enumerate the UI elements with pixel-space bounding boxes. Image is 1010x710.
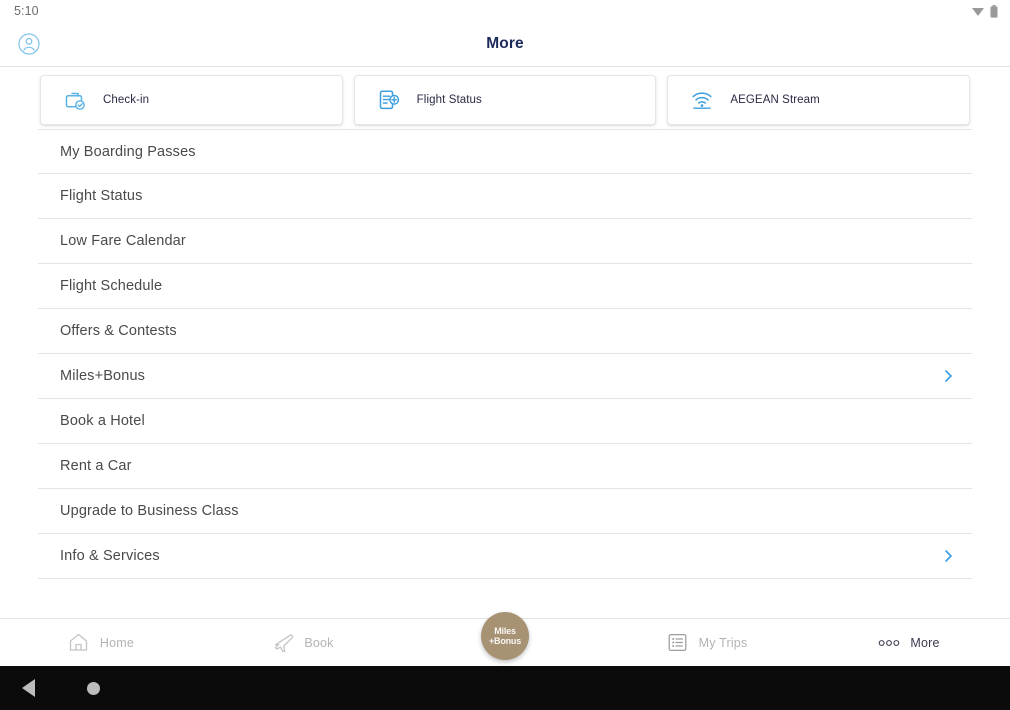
fab-label-line1: Miles bbox=[494, 626, 516, 636]
list-item-label: My Boarding Passes bbox=[60, 143, 196, 160]
list-item-info-services[interactable]: Info & Services bbox=[38, 534, 972, 579]
status-bar: 5:10 bbox=[0, 0, 1010, 22]
list-item-label: Rent a Car bbox=[60, 458, 132, 474]
menu-list: My Boarding Passes Flight Status Low Far… bbox=[38, 129, 972, 579]
list-item-label: Offers & Contests bbox=[60, 323, 177, 339]
fab-label-line2: +Bonus bbox=[488, 636, 522, 646]
status-bar-icons bbox=[971, 4, 998, 18]
nav-item-book[interactable]: Book bbox=[202, 619, 404, 666]
nav-item-label: More bbox=[910, 635, 940, 650]
list-item-flight-status[interactable]: Flight Status bbox=[38, 174, 972, 219]
chevron-right-icon[interactable] bbox=[940, 368, 956, 384]
quick-card-label: Flight Status bbox=[416, 94, 482, 106]
plane-icon bbox=[272, 632, 294, 654]
list-item-label: Info & Services bbox=[60, 548, 160, 564]
list-item-my-boarding-passes[interactable]: My Boarding Passes bbox=[38, 129, 972, 174]
list-item-label: Flight Status bbox=[60, 188, 143, 204]
document-plus-icon bbox=[377, 88, 401, 112]
list-item-label: Book a Hotel bbox=[60, 413, 145, 429]
app-screen: 5:10 More Check-in Flight Status AEGEAN … bbox=[0, 0, 1010, 710]
list-item-flight-schedule[interactable]: Flight Schedule bbox=[38, 264, 972, 309]
list-icon bbox=[667, 632, 689, 654]
list-item-label: Low Fare Calendar bbox=[60, 233, 186, 249]
quick-card-aegean-stream[interactable]: AEGEAN Stream bbox=[667, 75, 971, 125]
wifi-icon bbox=[971, 6, 985, 17]
wifi-stream-icon bbox=[690, 88, 714, 112]
quick-actions-row: Check-in Flight Status AEGEAN Stream bbox=[0, 67, 1010, 129]
battery-icon bbox=[990, 4, 998, 18]
miles-bonus-fab[interactable]: Miles +Bonus bbox=[481, 612, 529, 660]
menu-list-container: My Boarding Passes Flight Status Low Far… bbox=[0, 129, 1010, 618]
nav-item-label: My Trips bbox=[698, 635, 748, 650]
account-circle-icon[interactable] bbox=[18, 33, 40, 55]
home-circle-icon[interactable] bbox=[87, 681, 100, 695]
home-icon bbox=[68, 632, 90, 654]
android-navigation-bar bbox=[0, 666, 1010, 710]
status-time: 5:10 bbox=[14, 4, 39, 18]
nav-item-my-trips[interactable]: My Trips bbox=[606, 619, 808, 666]
quick-card-label: AEGEAN Stream bbox=[730, 94, 820, 106]
dots-icon bbox=[878, 632, 900, 654]
list-item-miles-bonus[interactable]: Miles+Bonus bbox=[38, 354, 972, 399]
chevron-right-icon[interactable] bbox=[940, 548, 956, 564]
list-item-rent-a-car[interactable]: Rent a Car bbox=[38, 444, 972, 489]
nav-item-home[interactable]: Home bbox=[0, 619, 202, 666]
page-title: More bbox=[486, 35, 524, 52]
briefcase-check-icon bbox=[63, 88, 87, 112]
list-item-label: Miles+Bonus bbox=[60, 368, 146, 384]
quick-card-label: Check-in bbox=[103, 94, 150, 106]
list-item-offers-contests[interactable]: Offers & Contests bbox=[38, 309, 972, 354]
back-triangle-icon[interactable] bbox=[22, 679, 35, 697]
list-item-low-fare-calendar[interactable]: Low Fare Calendar bbox=[38, 219, 972, 264]
list-item-label: Upgrade to Business Class bbox=[60, 503, 239, 519]
quick-card-flight-status[interactable]: Flight Status bbox=[353, 75, 657, 125]
nav-item-more[interactable]: More bbox=[808, 619, 1010, 666]
list-item-label: Flight Schedule bbox=[60, 278, 163, 294]
list-item-book-a-hotel[interactable]: Book a Hotel bbox=[38, 399, 972, 444]
app-header: More bbox=[0, 22, 1010, 67]
list-item-upgrade-to-business-class[interactable]: Upgrade to Business Class bbox=[38, 489, 972, 534]
nav-item-label: Book bbox=[304, 635, 334, 650]
quick-card-check-in[interactable]: Check-in bbox=[40, 75, 343, 125]
nav-item-label: Home bbox=[99, 635, 135, 650]
